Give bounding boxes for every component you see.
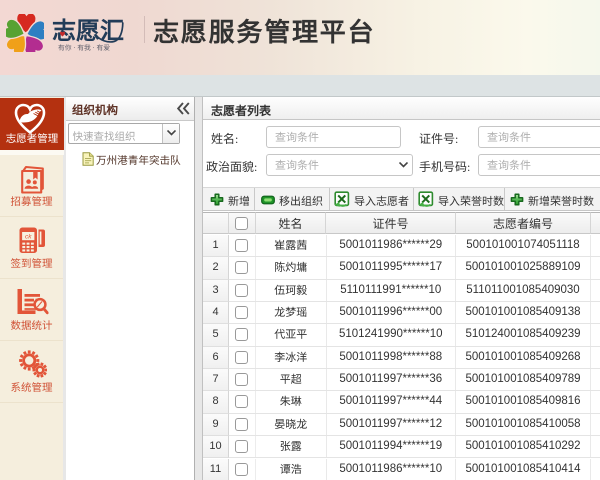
svg-text:ck: ck bbox=[24, 234, 31, 241]
